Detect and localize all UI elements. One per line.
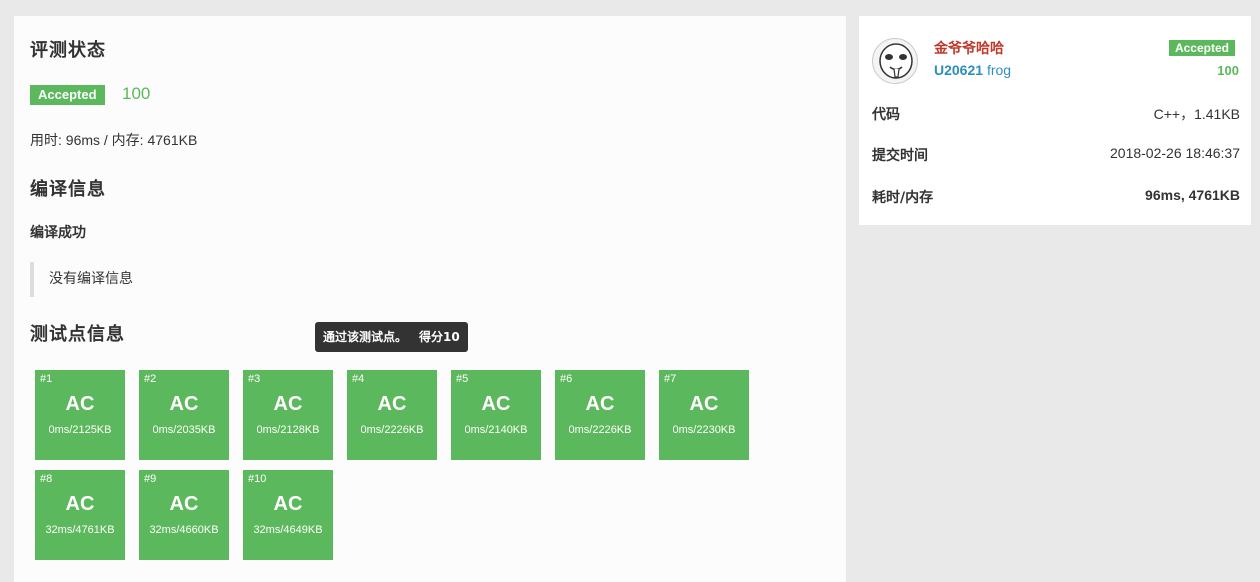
compile-result: 编译成功	[30, 225, 86, 241]
testcase-result: AC	[169, 393, 199, 415]
info-label: 耗时/内存	[872, 190, 934, 206]
testcase-number: #4	[352, 373, 365, 385]
testcase-number: #6	[560, 373, 573, 385]
compile-message: 没有编译信息	[49, 271, 133, 287]
testcase-box[interactable]: #6 AC 0ms/2226KB	[555, 370, 645, 460]
testcase-time-memory: 0ms/2128KB	[256, 424, 320, 436]
testcase-number: #3	[248, 373, 261, 385]
testcase-result: AC	[481, 393, 511, 415]
info-value: 96ms, 4761KB	[1145, 187, 1240, 203]
status-badge: Accepted	[30, 85, 105, 105]
testcase-box[interactable]: #4 AC 0ms/2226KB	[347, 370, 437, 460]
testcase-time-memory: 0ms/2226KB	[568, 424, 632, 436]
username[interactable]: 金爷爷哈哈	[934, 38, 1004, 58]
testcase-box[interactable]: #1 AC 0ms/2125KB	[35, 370, 125, 460]
submission-summary-panel: 金爷爷哈哈 U20621 frog Accepted 100 代码 C++，1.…	[859, 16, 1251, 225]
user-id-link[interactable]: U20621 frog	[934, 62, 1011, 78]
testcase-time-memory: 0ms/2230KB	[672, 424, 736, 436]
testcase-box[interactable]: #8 AC 32ms/4761KB	[35, 470, 125, 560]
testcase-result: AC	[377, 393, 407, 415]
compile-info-title: 编译信息	[30, 179, 106, 200]
testcase-box[interactable]: #9 AC 32ms/4660KB	[139, 470, 229, 560]
testcase-result: AC	[585, 393, 615, 415]
testcase-number: #9	[144, 473, 157, 485]
testcase-result: AC	[65, 393, 95, 415]
testcase-time-memory: 0ms/2140KB	[464, 424, 528, 436]
testcase-result: AC	[689, 393, 719, 415]
info-value: 2018-02-26 18:46:37	[1110, 145, 1240, 161]
testcase-box[interactable]: #5 AC 0ms/2140KB	[451, 370, 541, 460]
info-row-submit-time: 提交时间 2018-02-26 18:46:37	[872, 145, 1240, 165]
compile-message-box: 没有编译信息	[30, 262, 330, 297]
testcase-box[interactable]: #2 AC 0ms/2035KB	[139, 370, 229, 460]
judge-status-title: 评测状态	[30, 40, 106, 61]
testcase-number: #8	[40, 473, 53, 485]
testcase-time-memory: 0ms/2125KB	[48, 424, 112, 436]
info-label: 提交时间	[872, 148, 928, 164]
testcase-number: #1	[40, 373, 53, 385]
info-label: 代码	[872, 107, 900, 123]
testcase-box[interactable]: #3 AC 0ms/2128KB	[243, 370, 333, 460]
testcase-number: #10	[248, 473, 267, 485]
testcase-number: #5	[456, 373, 469, 385]
testcase-tooltip: 通过该测试点。 得分10	[315, 322, 468, 352]
info-row-time-memory: 耗时/内存 96ms, 4761KB	[872, 187, 1240, 207]
testcase-box[interactable]: #7 AC 0ms/2230KB	[659, 370, 749, 460]
testcase-time-memory: 32ms/4660KB	[149, 524, 219, 536]
side-status-badge: Accepted	[1168, 40, 1235, 56]
user-id[interactable]: U20621	[934, 62, 983, 78]
time-memory-text: 用时: 96ms / 内存: 4761KB	[30, 132, 198, 148]
avatar[interactable]	[872, 38, 918, 84]
testcase-number: #2	[144, 373, 157, 385]
testcase-number: #7	[664, 373, 677, 385]
user-handle[interactable]: frog	[987, 62, 1011, 78]
total-score: 100	[122, 84, 151, 103]
testcase-result: AC	[273, 393, 303, 415]
testcase-time-memory: 32ms/4761KB	[45, 524, 115, 536]
info-value: C++，1.41KB	[1153, 106, 1240, 122]
testcase-info-title: 测试点信息	[30, 324, 125, 345]
testcase-result: AC	[169, 493, 199, 515]
testcase-time-memory: 32ms/4649KB	[253, 524, 323, 536]
testcase-time-memory: 0ms/2226KB	[360, 424, 424, 436]
info-row-code: 代码 C++，1.41KB	[872, 104, 1240, 124]
testcase-time-memory: 0ms/2035KB	[152, 424, 216, 436]
testcase-box[interactable]: #10 AC 32ms/4649KB	[243, 470, 333, 560]
submission-detail-panel: 评测状态 Accepted 100 用时: 96ms / 内存: 4761KB …	[14, 16, 846, 582]
tooltip-text: 通过该测试点。	[323, 330, 408, 344]
tooltip-score: 得分10	[419, 330, 460, 344]
avatar-face-icon	[879, 43, 913, 79]
testcase-result: AC	[65, 493, 95, 515]
side-score: 100	[1217, 63, 1239, 78]
testcase-result: AC	[273, 493, 303, 515]
